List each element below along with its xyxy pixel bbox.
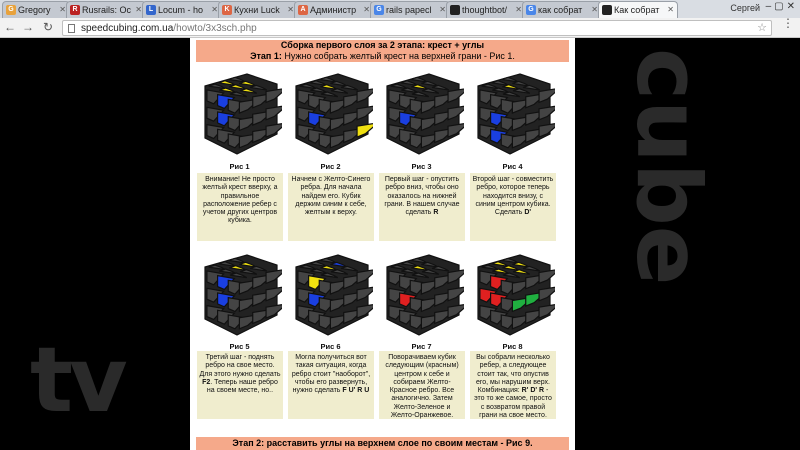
browser-tab[interactable]: A Администр ✕ (294, 1, 374, 18)
tab-favicon-icon: L (146, 5, 156, 15)
browser-tab[interactable]: K Кухни Luck ✕ (218, 1, 298, 18)
background-text-left: tv (30, 328, 128, 433)
description-text: Внимание! Не просто желтый крест вверху,… (202, 176, 278, 225)
description-text: Третий шаг - поднять ребро на свое место… (199, 354, 281, 378)
move-notation: R' D' R (521, 387, 545, 395)
tab-label: Как собрат (614, 5, 660, 15)
profile-name[interactable]: Сергей (730, 3, 760, 13)
tab-strip: Сергей –▢✕ G Gregory ✕ R Rusrails: Ос ✕ L Locum… (0, 0, 800, 18)
page-icon (68, 24, 75, 33)
tab-close-icon[interactable]: ✕ (439, 5, 446, 14)
tab-close-icon[interactable]: ✕ (667, 5, 674, 14)
cube-figure-4 (477, 73, 555, 155)
figure-caption: Рис 5 (229, 342, 250, 351)
figure-description: Первый шаг - опустить ребро вниз, чтобы … (379, 173, 465, 241)
figure-description: Третий шаг - поднять ребро на свое место… (197, 351, 283, 419)
tab-close-icon[interactable]: ✕ (211, 5, 218, 14)
tab-label: как собрат (538, 5, 583, 15)
background-text-right: cube (617, 48, 720, 286)
tab-favicon-icon: K (222, 5, 232, 15)
tab-favicon-icon: G (526, 5, 536, 15)
browser-tab[interactable]: L Locum - ho ✕ (142, 1, 222, 18)
browser-tab[interactable]: thoughtbot/ ✕ (446, 1, 526, 18)
page-content: tv cube Сборка первого слоя за 2 этапа: … (0, 38, 800, 450)
tab-label: Locum - ho (158, 5, 204, 15)
url-host: speedcubing.com.ua (81, 23, 174, 34)
tab-close-icon[interactable]: ✕ (363, 5, 370, 14)
tab-label: thoughtbot/ (462, 5, 508, 15)
move-notation: R (433, 209, 439, 217)
figure-caption: Рис 2 (320, 162, 341, 171)
figure-caption: Рис 1 (229, 162, 250, 171)
description-text: Второй шаг - совместить ребро, которое т… (472, 176, 554, 217)
header-stage: Этап 1: (250, 51, 282, 61)
browser-tab[interactable]: Gкак собрат ✕ (522, 1, 602, 18)
description-text: Начнем с Желто-Синего ребра. Для начала … (291, 176, 371, 217)
tab-favicon-icon: R (70, 5, 80, 15)
back-icon[interactable]: ← (2, 20, 18, 34)
stage-2-header: Этап 2: расставить углы на верхнем слое … (196, 437, 569, 450)
section-header: Сборка первого слоя за 2 этапа: крест + … (196, 40, 569, 62)
description-text: Поворачиваем кубик следующим (красным) ц… (385, 354, 459, 420)
tab-label: Rusrails: Ос (82, 5, 132, 15)
tab-close-icon[interactable]: ✕ (591, 5, 598, 14)
description-text: Первый шаг - опустить ребро вниз, чтобы … (384, 176, 460, 217)
tab-favicon-icon (602, 5, 612, 15)
cube-figure-5 (204, 254, 282, 336)
tab-favicon-icon (450, 5, 460, 15)
url-path: /howto/3x3sch.php (173, 23, 257, 34)
figure-description: Второй шаг - совместить ребро, которое т… (470, 173, 556, 241)
bookmark-star-icon[interactable]: ☆ (757, 21, 767, 34)
menu-icon[interactable]: ⋮ (782, 17, 794, 29)
address-bar[interactable]: speedcubing.com.ua/howto/3x3sch.php ☆ (62, 20, 772, 36)
move-notation: F U' R U (342, 387, 370, 395)
description-text-after: . Теперь наше ребро на своем месте, но.. (206, 378, 278, 395)
figure-description: Начнем с Желто-Синего ребра. Для начала … (288, 173, 374, 241)
cube-figure-2 (295, 73, 373, 155)
figure-caption: Рис 8 (502, 342, 523, 351)
tab-label: Администр (310, 5, 357, 15)
reload-icon[interactable]: ↻ (40, 20, 56, 34)
tab-favicon-icon: G (6, 5, 16, 15)
cube-figure-3 (386, 73, 464, 155)
move-notation: D' (524, 209, 532, 217)
header-desc: Нужно собрать желтый крест на верхней гр… (281, 51, 515, 61)
figure-description: Внимание! Не просто желтый крест вверху,… (197, 173, 283, 241)
tab-close-icon[interactable]: ✕ (135, 5, 142, 14)
browser-tab[interactable]: Как собрат ✕ (598, 1, 678, 18)
tab-label: Кухни Luck (234, 5, 280, 15)
header-title: Сборка первого слоя за 2 этапа: крест + … (280, 40, 485, 50)
browser-tab[interactable]: G Gregory ✕ (2, 1, 70, 18)
article-panel: Сборка первого слоя за 2 этапа: крест + … (190, 38, 575, 450)
figure-caption: Рис 4 (502, 162, 523, 171)
tab-close-icon[interactable]: ✕ (59, 5, 66, 14)
tab-favicon-icon: A (298, 5, 308, 15)
browser-tab[interactable]: R Rusrails: Ос ✕ (66, 1, 146, 18)
tab-label: rails papecl (386, 5, 432, 15)
url-text[interactable]: speedcubing.com.ua/howto/3x3sch.php (81, 23, 257, 34)
figure-description: Могла получиться вот такая ситуация, ког… (288, 351, 374, 419)
browser-tab[interactable]: Grails papecl ✕ (370, 1, 450, 18)
browser-toolbar: ← → ↻ speedcubing.com.ua/howto/3x3sch.ph… (0, 17, 800, 38)
cube-figure-6 (295, 254, 373, 336)
tab-close-icon[interactable]: ✕ (287, 5, 294, 14)
cube-figure-8 (477, 254, 555, 336)
tab-label: Gregory (18, 5, 51, 15)
figure-caption: Рис 6 (320, 342, 341, 351)
forward-icon[interactable]: → (20, 20, 36, 34)
cube-figure-1 (204, 73, 282, 155)
tab-favicon-icon: G (374, 5, 384, 15)
cube-figure-7 (386, 254, 464, 336)
figure-caption: Рис 3 (411, 162, 432, 171)
tab-close-icon[interactable]: ✕ (515, 5, 522, 14)
figure-caption: Рис 7 (411, 342, 432, 351)
figure-description: Поворачиваем кубик следующим (красным) ц… (379, 351, 465, 419)
window-controls[interactable]: –▢✕ (766, 1, 798, 12)
figure-description: Вы собрали несколько ребер, а следующее … (470, 351, 556, 419)
